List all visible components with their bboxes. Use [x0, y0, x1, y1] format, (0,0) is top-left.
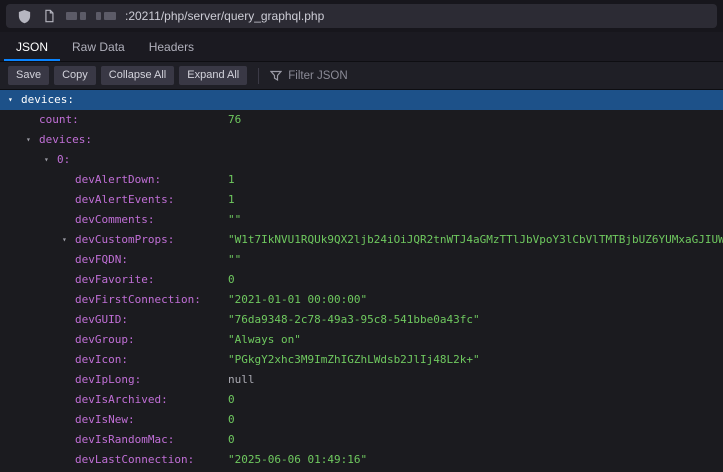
json-row-devfavorite[interactable]: devFavorite: 0	[0, 270, 723, 290]
json-value: "Always on"	[228, 330, 301, 350]
json-key: devFirstConnection:	[75, 293, 201, 306]
json-value: 1	[228, 190, 235, 210]
json-key: devAlertEvents:	[75, 193, 174, 206]
filter-funnel-icon	[270, 70, 282, 82]
tab-headers[interactable]: Headers	[137, 32, 206, 61]
json-row-devisnew[interactable]: devIsNew: 0	[0, 410, 723, 430]
json-row-devicon[interactable]: devIcon: "PGkgY2xhc3M9ImZhIGZhLWdsb2JlIj4…	[0, 350, 723, 370]
expand-arrow-icon[interactable]: ▾	[62, 230, 75, 250]
json-row-count[interactable]: count: 76	[0, 110, 723, 130]
json-row-devisarchived[interactable]: devIsArchived: 0	[0, 390, 723, 410]
json-value: "W1t7IkNVU1RQUk9QX2ljb24iOiJQR2tnWTJ4aGM…	[228, 230, 723, 250]
json-row-devgroup[interactable]: devGroup: "Always on"	[0, 330, 723, 350]
json-key: devGUID:	[75, 313, 128, 326]
address-bar[interactable]: :20211/php/server/query_graphql.php	[6, 4, 717, 28]
json-row-devfirstconnection[interactable]: devFirstConnection: "2021-01-01 00:00:00"	[0, 290, 723, 310]
json-row-devices[interactable]: ▾devices:	[0, 130, 723, 150]
collapse-all-button[interactable]: Collapse All	[101, 66, 174, 85]
json-key: count:	[39, 113, 79, 126]
json-key: devCustomProps:	[75, 233, 174, 246]
page-info-icon[interactable]	[41, 8, 57, 24]
json-key: devices:	[39, 133, 92, 146]
json-key: devIsNew:	[75, 413, 135, 426]
expand-arrow-icon[interactable]: ▾	[26, 130, 39, 150]
save-button[interactable]: Save	[8, 66, 49, 85]
json-key: devices:	[21, 93, 74, 106]
redacted-host-blocks	[66, 12, 116, 20]
url-text[interactable]: :20211/php/server/query_graphql.php	[125, 9, 324, 23]
json-value: "PGkgY2xhc3M9ImZhIGZhLWdsb2JlIj48L2k+"	[228, 350, 480, 370]
tab-json[interactable]: JSON	[4, 32, 60, 61]
json-key: devComments:	[75, 213, 154, 226]
json-value: "76da9348-2c78-49a3-95c8-541bbe0a43fc"	[228, 310, 480, 330]
json-key: devIsArchived:	[75, 393, 168, 406]
copy-button[interactable]: Copy	[54, 66, 96, 85]
json-row-devices[interactable]: ▾devices:	[0, 90, 723, 110]
json-key: devAlertDown:	[75, 173, 161, 186]
filter-json-input[interactable]	[288, 70, 438, 82]
json-value: null	[228, 370, 255, 390]
json-key: devLastConnection:	[75, 453, 194, 466]
json-key: 0:	[57, 153, 70, 166]
json-key: devIsRandomMac:	[75, 433, 174, 446]
expand-arrow-icon[interactable]: ▾	[44, 150, 57, 170]
json-row-devlastconnection[interactable]: devLastConnection: "2025-06-06 01:49:16"	[0, 450, 723, 470]
json-viewer-tabbar: JSONRaw DataHeaders	[0, 32, 723, 62]
json-key: devIcon:	[75, 353, 128, 366]
json-value: 0	[228, 390, 235, 410]
json-value: "2025-06-06 01:49:16"	[228, 450, 367, 470]
json-row-devisrandommac[interactable]: devIsRandomMac: 0	[0, 430, 723, 450]
json-value: 0	[228, 270, 235, 290]
toolbar-buttons: Save Copy Collapse All Expand All	[8, 66, 247, 85]
browser-toolbar: :20211/php/server/query_graphql.php	[0, 0, 723, 32]
json-row-devalertevents[interactable]: devAlertEvents: 1	[0, 190, 723, 210]
json-value: 1	[228, 170, 235, 190]
json-value: ""	[228, 250, 241, 270]
json-row-devguid[interactable]: devGUID: "76da9348-2c78-49a3-95c8-541bbe0…	[0, 310, 723, 330]
json-row-0[interactable]: ▾0:	[0, 150, 723, 170]
shield-icon[interactable]	[16, 8, 32, 24]
json-value: 0	[228, 430, 235, 450]
json-value: 0	[228, 410, 235, 430]
json-value: 76	[228, 110, 241, 130]
json-row-deviplong[interactable]: devIpLong: null	[0, 370, 723, 390]
tab-raw-data[interactable]: Raw Data	[60, 32, 137, 61]
json-row-devfqdn[interactable]: devFQDN: ""	[0, 250, 723, 270]
json-viewer-toolbar: Save Copy Collapse All Expand All	[0, 62, 723, 90]
json-row-devcustomprops[interactable]: ▾devCustomProps: "W1t7IkNVU1RQUk9QX2ljb24…	[0, 230, 723, 250]
json-value: ""	[228, 210, 241, 230]
toolbar-divider	[258, 68, 259, 84]
expand-arrow-icon[interactable]: ▾	[8, 90, 21, 110]
json-key: devFavorite:	[75, 273, 154, 286]
browser-window: :20211/php/server/query_graphql.php JSON…	[0, 0, 723, 472]
json-key: devIpLong:	[75, 373, 141, 386]
expand-all-button[interactable]: Expand All	[179, 66, 247, 85]
filter-json-box[interactable]	[270, 70, 438, 82]
json-row-devalertdown[interactable]: devAlertDown: 1	[0, 170, 723, 190]
json-tree: ▾devices:count:76▾devices:▾0:devAlertDow…	[0, 90, 723, 472]
json-row-devcomments[interactable]: devComments: ""	[0, 210, 723, 230]
json-value: "2021-01-01 00:00:00"	[228, 290, 367, 310]
json-key: devGroup:	[75, 333, 135, 346]
json-key: devFQDN:	[75, 253, 128, 266]
